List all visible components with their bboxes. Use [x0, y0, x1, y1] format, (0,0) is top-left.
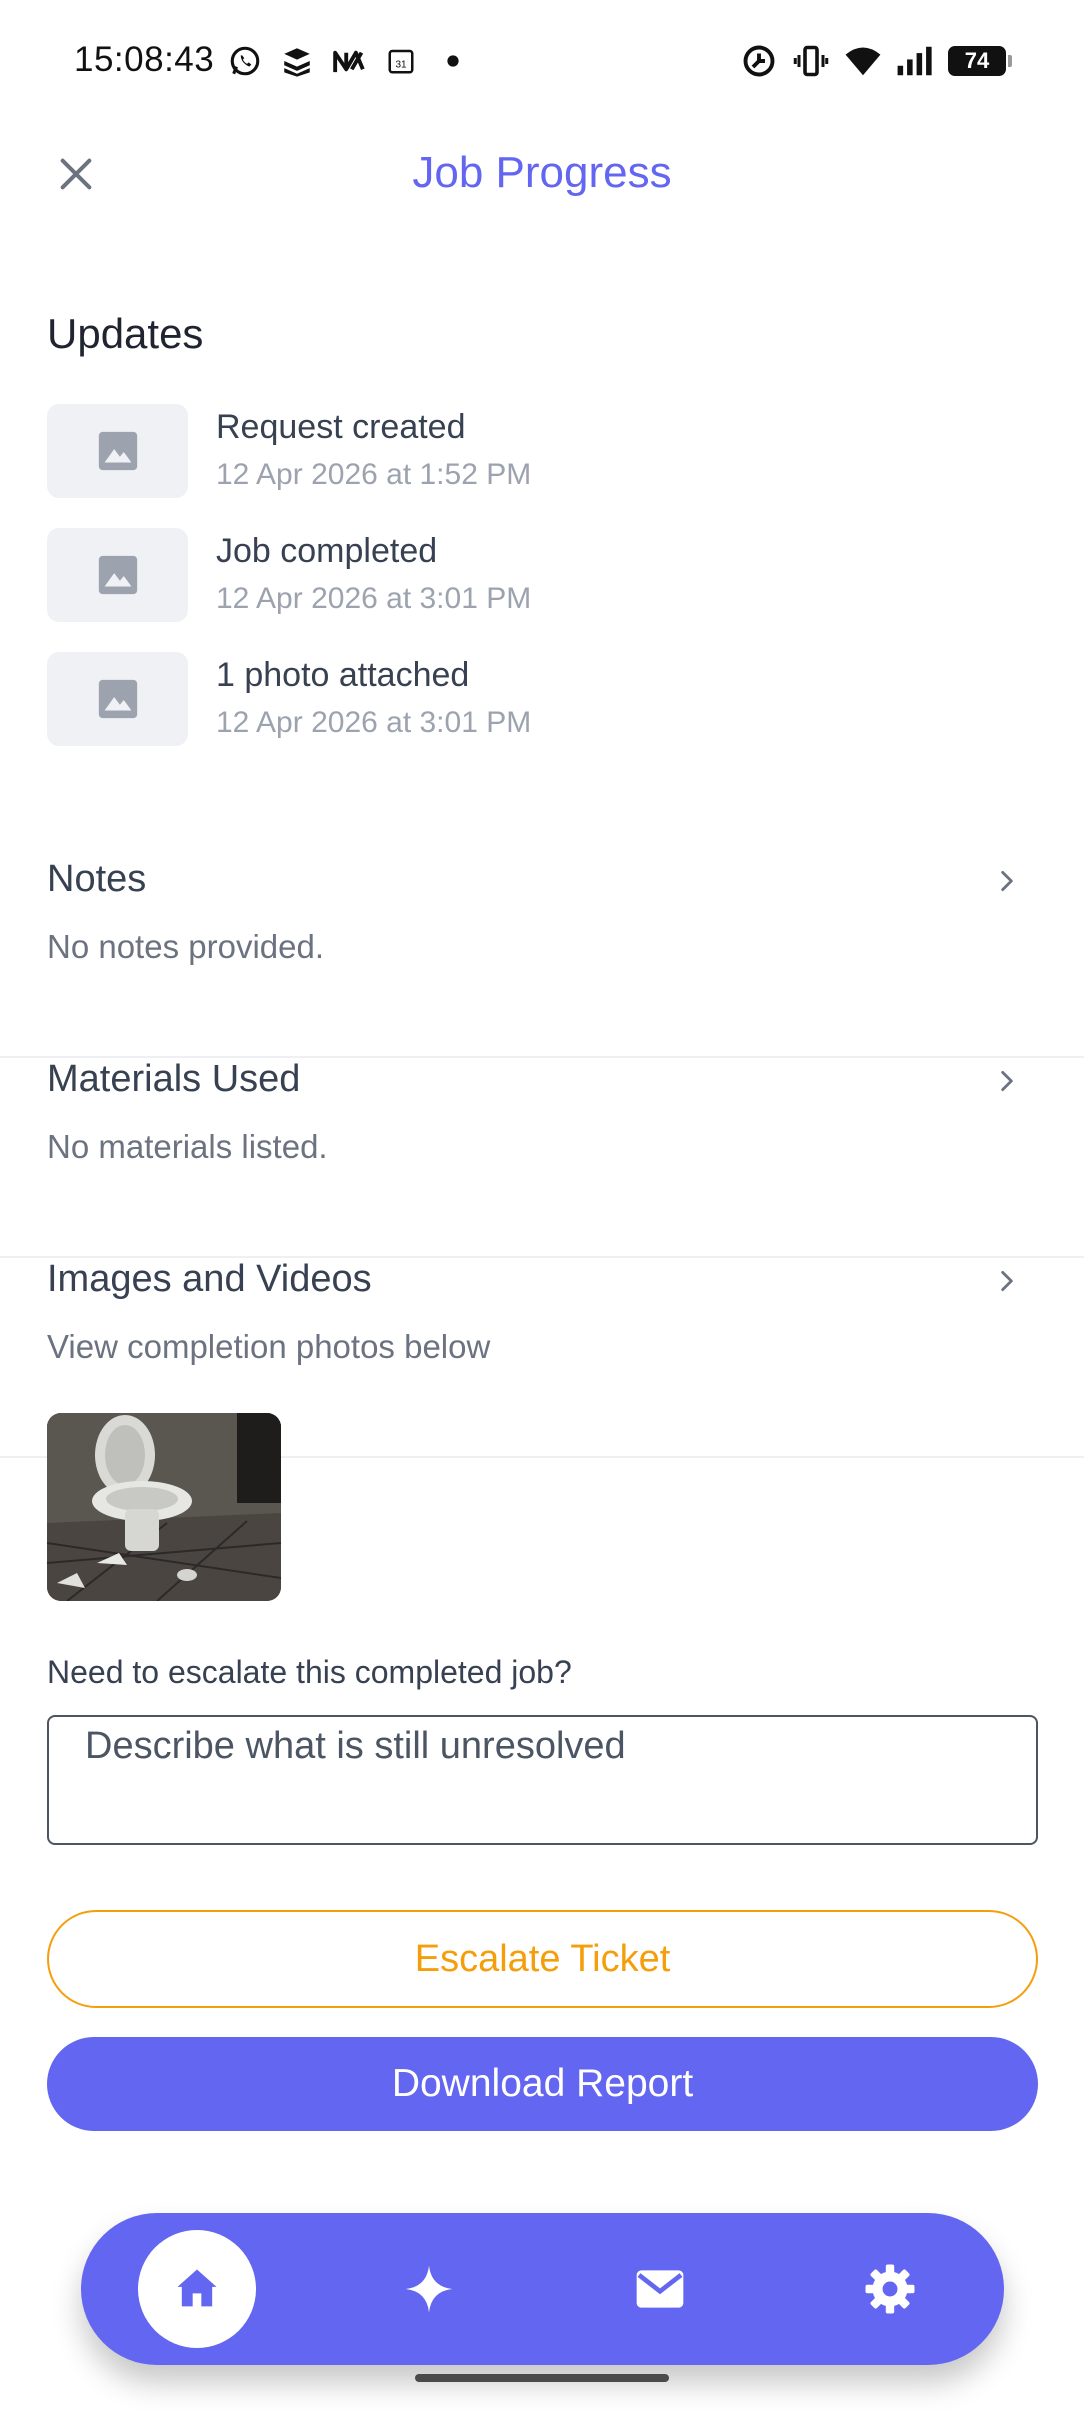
update-title: Request created [216, 408, 466, 446]
alarm-icon [740, 42, 778, 80]
notes-section[interactable]: Notes No notes provided. [0, 858, 1084, 1058]
status-bar: 15:08:43 31 74 [0, 0, 1084, 125]
materials-section[interactable]: Materials Used No materials listed. [0, 1058, 1084, 1258]
media-subtitle: View completion photos below [47, 1328, 491, 1365]
chevron-right-icon [990, 864, 1024, 898]
completion-photo[interactable] [47, 1413, 281, 1601]
wifi-icon [844, 42, 882, 80]
update-item: Job completed 12 Apr 2026 at 3:01 PM [47, 528, 1037, 622]
media-title: Images and Videos [47, 1258, 372, 1300]
calendar-icon: 31 [382, 42, 420, 80]
escalate-description-input[interactable] [47, 1715, 1038, 1845]
settings-icon [865, 2264, 915, 2314]
notes-title: Notes [47, 858, 147, 900]
update-thumbnail [47, 528, 188, 622]
escalate-label: Need to escalate this completed job? [47, 1654, 572, 1690]
close-icon [60, 158, 92, 190]
update-title: 1 photo attached [216, 656, 470, 694]
close-button[interactable] [50, 148, 102, 200]
update-title: Job completed [216, 532, 438, 570]
signal-icon [896, 42, 934, 80]
nav-home[interactable] [138, 2230, 256, 2348]
notes-subtitle: No notes provided. [47, 928, 325, 965]
sparkle-icon [405, 2265, 453, 2313]
update-date: 12 Apr 2026 at 3:01 PM [216, 706, 532, 739]
update-thumbnail [47, 404, 188, 498]
updates-heading: Updates [47, 310, 204, 357]
mail-icon [636, 2270, 684, 2308]
chevron-right-icon [990, 1264, 1024, 1298]
nav-sparkle[interactable] [370, 2230, 488, 2348]
image-placeholder-icon [98, 431, 137, 471]
update-item: 1 photo attached 12 Apr 2026 at 3:01 PM [47, 652, 1037, 746]
whatsapp-icon [226, 42, 264, 80]
status-system-icons: 74 [740, 42, 1012, 80]
svg-text:31: 31 [395, 59, 407, 70]
page-title: Job Progress [412, 148, 672, 197]
home-indicator [415, 2374, 669, 2382]
nav-mail[interactable] [601, 2230, 719, 2348]
image-placeholder-icon [98, 679, 137, 719]
bottom-navigation [81, 2213, 1004, 2365]
download-report-button[interactable]: Download Report [47, 2037, 1038, 2131]
materials-subtitle: No materials listed. [47, 1128, 328, 1165]
update-thumbnail [47, 652, 188, 746]
materials-title: Materials Used [47, 1058, 301, 1100]
status-notification-icons: 31 [226, 42, 472, 80]
image-placeholder-icon [98, 555, 137, 595]
nav-settings[interactable] [831, 2230, 949, 2348]
update-date: 12 Apr 2026 at 1:52 PM [216, 458, 532, 491]
status-time: 15:08:43 [74, 40, 215, 79]
update-date: 12 Apr 2026 at 3:01 PM [216, 582, 532, 615]
update-item: Request created 12 Apr 2026 at 1:52 PM [47, 404, 1037, 498]
stack-icon [278, 42, 316, 80]
escalate-ticket-button[interactable]: Escalate Ticket [47, 1910, 1038, 2008]
dot-icon [434, 42, 472, 80]
home-icon [177, 2269, 217, 2307]
battery-indicator: 74 [948, 46, 1012, 76]
vibrate-icon [792, 42, 830, 80]
nx-logo-icon [330, 42, 368, 80]
chevron-right-icon [990, 1064, 1024, 1098]
